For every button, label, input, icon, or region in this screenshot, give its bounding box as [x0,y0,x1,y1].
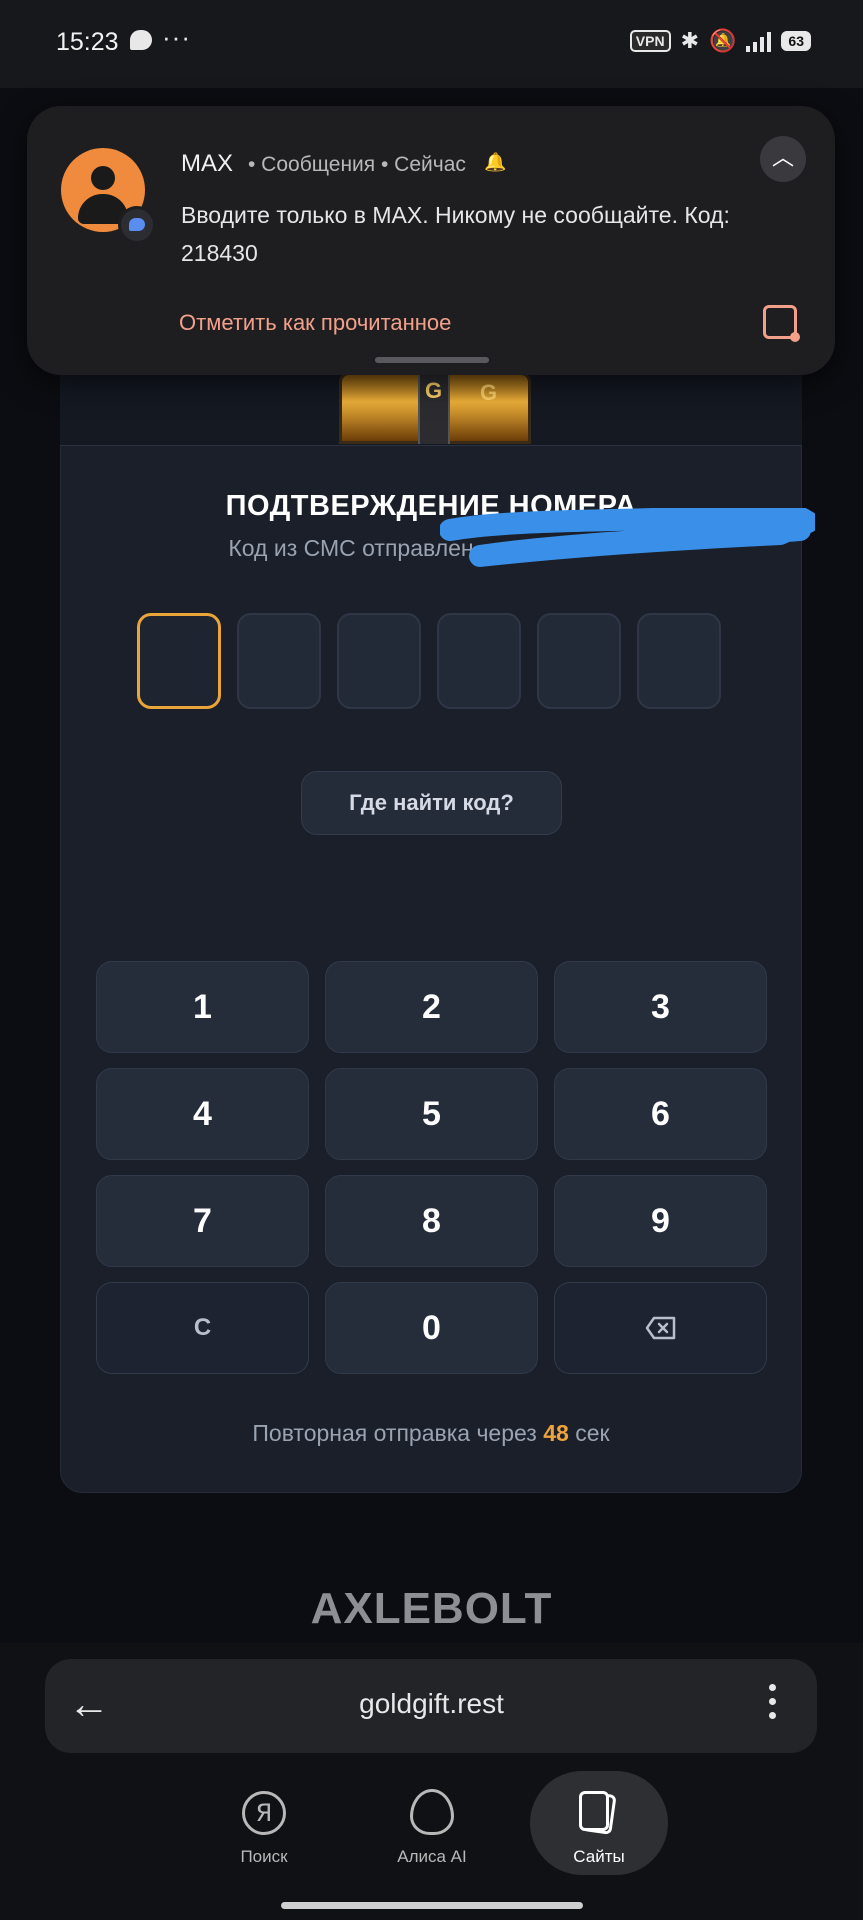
key-2[interactable]: 2 [325,961,538,1053]
clear-key[interactable]: C [96,1282,309,1374]
code-digit-4[interactable] [437,613,521,709]
coin-icon: G [425,378,443,403]
key-7[interactable]: 7 [96,1175,309,1267]
open-popup-icon[interactable] [763,305,800,342]
key-9[interactable]: 9 [554,1175,767,1267]
more-notifications-icon: ··· [162,22,191,52]
key-5[interactable]: 5 [325,1068,538,1160]
alice-icon [410,1789,454,1835]
key-6[interactable]: 6 [554,1068,767,1160]
chat-notification-icon [130,30,152,50]
keypad: 1 2 3 4 5 6 7 8 9 C 0 [96,961,767,1374]
url-text[interactable]: goldgift.rest [0,1688,863,1720]
status-bar: 15:23 ··· VPN ✱ 🔕 63 [0,0,863,88]
collapse-chevron-icon[interactable]: ︿ [760,136,806,182]
bluetooth-icon: ✱ [680,28,700,53]
tab-alice[interactable]: Алиса AI [362,1785,502,1867]
mark-as-read-button[interactable]: Отметить как прочитанное [179,310,451,336]
mute-icon: 🔕 [709,28,737,53]
more-menu-icon[interactable] [762,1684,782,1728]
bell-icon: 🔔 [484,152,507,172]
battery-icon: 63 [781,31,811,51]
vpn-badge: VPN [629,30,671,52]
sites-icon-front [579,1791,609,1831]
home-indicator[interactable] [281,1902,583,1909]
notification-drag-handle[interactable] [375,357,489,363]
message-badge-icon [118,206,156,244]
backspace-key[interactable] [554,1282,767,1374]
code-digit-5[interactable] [537,613,621,709]
notification-body: Вводите только в MAX. Никому не сообщайт… [181,202,730,266]
brand-logo: AXLEBOLT [310,1584,553,1633]
key-0[interactable]: 0 [325,1282,538,1374]
resend-seconds: 48 [543,1420,569,1446]
tab-sites-label: Сайты [573,1847,625,1866]
where-to-find-code-button[interactable]: Где найти код? [301,771,562,835]
status-time: 15:23 [56,28,119,56]
notification-app-name: MAX [181,150,234,177]
key-3[interactable]: 3 [554,961,767,1053]
code-digit-6[interactable] [637,613,721,709]
signal-icon [746,30,772,52]
key-8[interactable]: 8 [325,1175,538,1267]
resend-prefix: Повторная отправка через [252,1420,537,1446]
status-icons: VPN ✱ 🔕 63 [629,28,811,54]
code-digit-3[interactable] [337,613,421,709]
code-digit-2[interactable] [237,613,321,709]
tab-search[interactable]: Я Поиск [194,1785,334,1867]
redaction-scribble [440,508,815,567]
code-digit-1[interactable] [137,613,221,709]
tab-alice-label: Алиса AI [397,1847,467,1866]
notification-meta: • Сообщения • Сейчас [248,153,466,176]
code-input-row [137,613,721,709]
coin-icon: G [480,380,498,405]
yandex-search-icon: Я [242,1791,286,1835]
tab-search-label: Поиск [240,1847,288,1866]
backspace-icon [645,1316,675,1340]
resend-suffix: сек [575,1420,610,1446]
key-1[interactable]: 1 [96,961,309,1053]
resend-timer: Повторная отправка через 48 сек [60,1420,802,1447]
tab-sites[interactable]: Сайты [529,1785,669,1867]
key-4[interactable]: 4 [96,1068,309,1160]
